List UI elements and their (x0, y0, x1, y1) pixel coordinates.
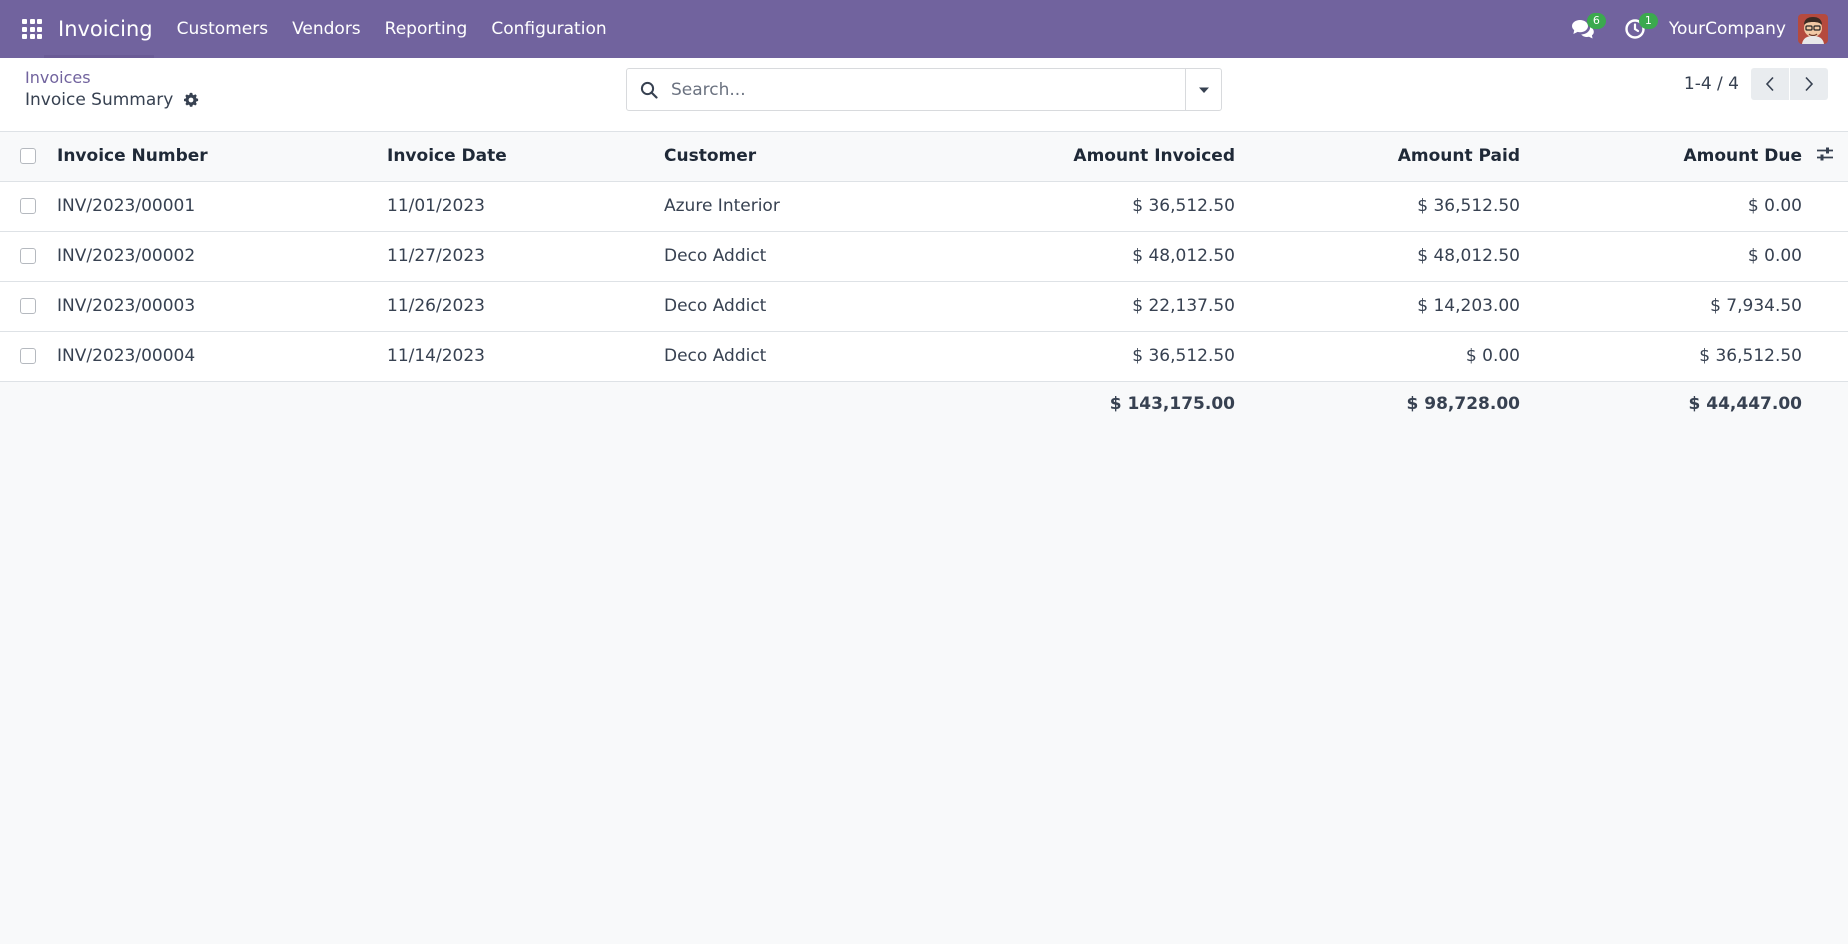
row-checkbox[interactable] (20, 298, 36, 314)
totals-empty-cell (1802, 381, 1848, 427)
totals-empty-cell (57, 381, 387, 427)
cell-amount-due: $ 0.00 (1520, 181, 1802, 232)
invoice-table: Invoice Number Invoice Date Customer Amo… (0, 132, 1848, 427)
cell-amount-due: $ 0.00 (1520, 231, 1802, 282)
search-bar (626, 68, 1222, 111)
avatar-icon (1798, 14, 1828, 44)
menu-configuration[interactable]: Configuration (479, 19, 618, 39)
app-name[interactable]: Invoicing (58, 17, 153, 41)
cell-invoice-number: INV/2023/00003 (57, 281, 387, 332)
menu-reporting[interactable]: Reporting (373, 19, 480, 39)
select-all-cell (0, 132, 57, 182)
messages-button[interactable]: 6 (1557, 0, 1609, 58)
control-panel: Invoices Invoice Summary 1-4 / 4 (0, 58, 1848, 132)
pager-next-button[interactable] (1790, 68, 1828, 100)
cell-amount-due: $ 7,934.50 (1520, 281, 1802, 332)
cell-customer: Deco Addict (664, 281, 874, 332)
caret-down-icon (1198, 87, 1209, 93)
activities-button[interactable]: 1 (1609, 0, 1661, 58)
page-title: Invoice Summary (25, 90, 199, 110)
column-header-amount-invoiced[interactable]: Amount Invoiced (874, 132, 1235, 182)
row-select-cell (0, 281, 57, 332)
cell-invoice-date: 11/27/2023 (387, 231, 664, 282)
column-header-invoice-date[interactable]: Invoice Date (387, 132, 664, 182)
cell-amount-paid: $ 48,012.50 (1235, 231, 1520, 282)
sliders-icon (1817, 147, 1833, 161)
app-menu-button[interactable] (0, 0, 64, 58)
top-navbar: Invoicing Customers Vendors Reporting Co… (0, 0, 1848, 58)
row-checkbox[interactable] (20, 348, 36, 364)
messages-count-badge: 6 (1586, 13, 1606, 29)
activities-count-badge: 1 (1638, 13, 1658, 29)
pager-previous-button[interactable] (1751, 68, 1789, 100)
optional-columns-toggle[interactable] (1802, 132, 1848, 182)
total-amount-paid: $ 98,728.00 (1235, 381, 1520, 427)
row-select-cell (0, 231, 57, 282)
menu-vendors[interactable]: Vendors (280, 19, 373, 39)
search-input[interactable] (671, 69, 1185, 110)
cell-invoice-date: 11/26/2023 (387, 281, 664, 332)
pager-value[interactable]: 1-4 / 4 (1684, 74, 1739, 94)
row-spacer-cell (1802, 331, 1848, 382)
cell-customer: Deco Addict (664, 331, 874, 382)
total-amount-due: $ 44,447.00 (1520, 381, 1802, 427)
page-title-text: Invoice Summary (25, 90, 174, 110)
row-spacer-cell (1802, 181, 1848, 232)
cell-invoice-number: INV/2023/00004 (57, 331, 387, 382)
cell-amount-paid: $ 0.00 (1235, 331, 1520, 382)
gear-icon (184, 92, 199, 107)
cell-invoice-date: 11/01/2023 (387, 181, 664, 232)
column-header-customer[interactable]: Customer (664, 132, 874, 182)
totals-row: $ 143,175.00 $ 98,728.00 $ 44,447.00 (0, 381, 1848, 427)
column-header-amount-paid[interactable]: Amount Paid (1235, 132, 1520, 182)
pager: 1-4 / 4 (1684, 68, 1828, 100)
cell-invoice-date: 11/14/2023 (387, 331, 664, 382)
actions-gear-button[interactable] (183, 92, 199, 108)
row-checkbox[interactable] (20, 248, 36, 264)
cell-customer: Azure Interior (664, 181, 874, 232)
search-options-toggle[interactable] (1185, 69, 1221, 110)
cell-amount-invoiced: $ 36,512.50 (874, 181, 1235, 232)
cell-amount-paid: $ 14,203.00 (1235, 281, 1520, 332)
totals-empty-cell (0, 381, 57, 427)
chevron-right-icon (1805, 76, 1814, 92)
cell-amount-paid: $ 36,512.50 (1235, 181, 1520, 232)
main-menu: Customers Vendors Reporting Configuratio… (165, 19, 619, 39)
table-row[interactable]: INV/2023/00001 11/01/2023 Azure Interior… (0, 181, 1848, 232)
row-spacer-cell (1802, 231, 1848, 282)
cell-invoice-number: INV/2023/00001 (57, 181, 387, 232)
row-select-cell (0, 181, 57, 232)
user-avatar[interactable] (1798, 14, 1828, 44)
cell-amount-invoiced: $ 48,012.50 (874, 231, 1235, 282)
column-header-amount-due[interactable]: Amount Due (1520, 132, 1802, 182)
menu-customers[interactable]: Customers (165, 19, 280, 39)
table-row[interactable]: INV/2023/00004 11/14/2023 Deco Addict $ … (0, 331, 1848, 382)
grid-icon (22, 19, 42, 39)
column-header-invoice-number[interactable]: Invoice Number (57, 132, 387, 182)
cell-customer: Deco Addict (664, 231, 874, 282)
company-switcher[interactable]: YourCompany (1661, 19, 1798, 39)
invoice-list: Invoice Number Invoice Date Customer Amo… (0, 132, 1848, 427)
cell-amount-invoiced: $ 36,512.50 (874, 331, 1235, 382)
cell-amount-invoiced: $ 22,137.50 (874, 281, 1235, 332)
row-checkbox[interactable] (20, 198, 36, 214)
totals-empty-cell (387, 381, 664, 427)
row-select-cell (0, 331, 57, 382)
totals-empty-cell (664, 381, 874, 427)
cell-invoice-number: INV/2023/00002 (57, 231, 387, 282)
breadcrumb-invoices[interactable]: Invoices (25, 68, 91, 87)
row-spacer-cell (1802, 281, 1848, 332)
table-row[interactable]: INV/2023/00003 11/26/2023 Deco Addict $ … (0, 281, 1848, 332)
total-amount-invoiced: $ 143,175.00 (874, 381, 1235, 427)
table-row[interactable]: INV/2023/00002 11/27/2023 Deco Addict $ … (0, 231, 1848, 282)
search-icon (627, 81, 671, 99)
table-header-row: Invoice Number Invoice Date Customer Amo… (0, 132, 1848, 182)
chevron-left-icon (1765, 76, 1774, 92)
select-all-checkbox[interactable] (20, 148, 36, 165)
cell-amount-due: $ 36,512.50 (1520, 331, 1802, 382)
